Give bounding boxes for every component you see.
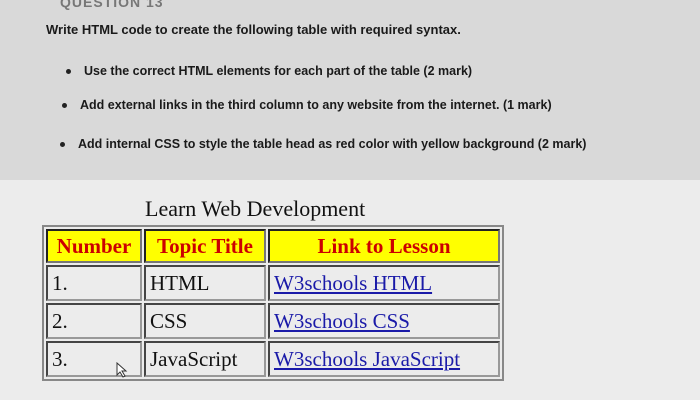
cell-link: W3schools CSS (268, 303, 500, 339)
header-topic-title: Topic Title (144, 229, 266, 263)
table-row: 2. CSS W3schools CSS (46, 303, 500, 339)
requirement-text: Add internal CSS to style the table head… (78, 137, 587, 151)
cell-topic: CSS (144, 303, 266, 339)
requirement-item: Use the correct HTML elements for each p… (66, 64, 473, 78)
requirement-item: Add internal CSS to style the table head… (60, 137, 587, 151)
cell-topic: HTML (144, 265, 266, 301)
header-number: Number (46, 229, 142, 263)
table-caption: Learn Web Development (145, 196, 366, 221)
bullet-icon (60, 142, 65, 147)
table-header-row: Number Topic Title Link to Lesson (46, 229, 500, 263)
cell-link: W3schools HTML (268, 265, 500, 301)
lesson-link[interactable]: W3schools JavaScript (274, 347, 460, 371)
bullet-icon (62, 103, 67, 108)
bullet-icon (66, 69, 71, 74)
lesson-link[interactable]: W3schools HTML (274, 271, 432, 295)
table-row: 3. JavaScript W3schools JavaScript (46, 341, 500, 377)
cell-topic: JavaScript (144, 341, 266, 377)
requirement-text: Add external links in the third column t… (80, 98, 552, 112)
requirements-list: Use the correct HTML elements for each p… (0, 0, 700, 200)
lesson-table: Number Topic Title Link to Lesson 1. HTM… (42, 225, 504, 381)
cell-number: 1. (46, 265, 142, 301)
header-link-to-lesson: Link to Lesson (268, 229, 500, 263)
mouse-pointer-icon (116, 362, 128, 378)
cell-number: 2. (46, 303, 142, 339)
table-row: 1. HTML W3schools HTML (46, 265, 500, 301)
cell-link: W3schools JavaScript (268, 341, 500, 377)
lesson-link[interactable]: W3schools CSS (274, 309, 410, 333)
requirement-item: Add external links in the third column t… (62, 98, 552, 112)
requirement-text: Use the correct HTML elements for each p… (84, 64, 473, 78)
